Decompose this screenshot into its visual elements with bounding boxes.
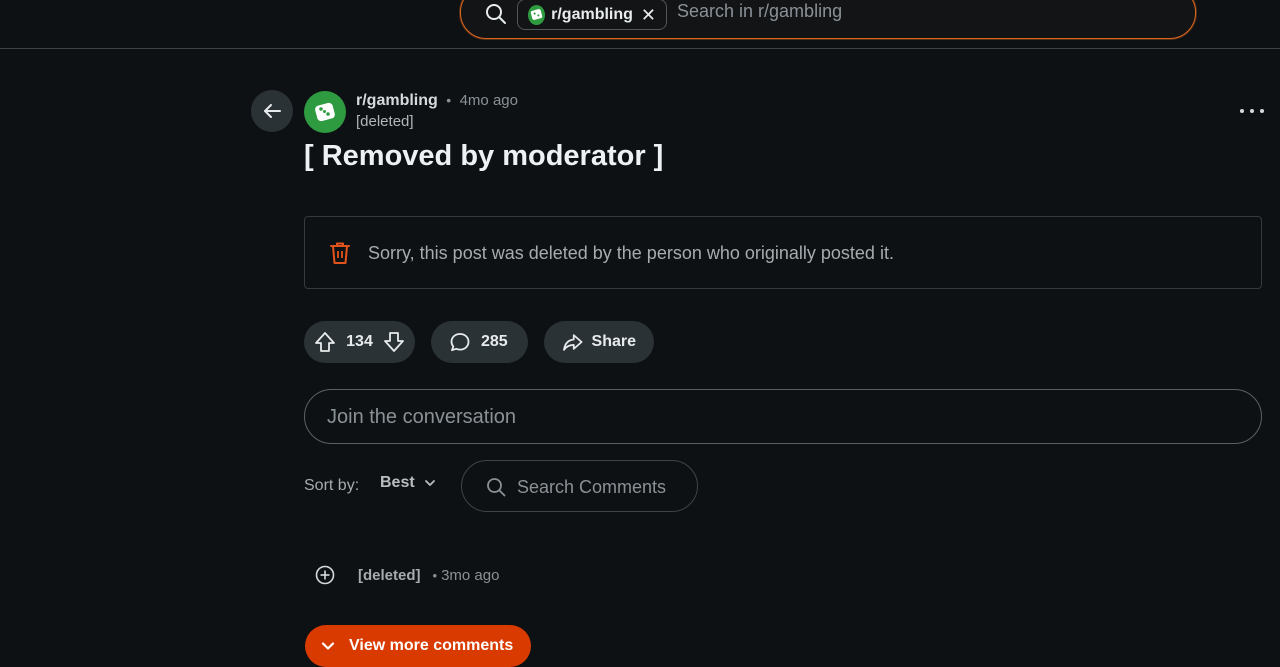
search-comments-input[interactable]: Search Comments [461, 460, 698, 512]
search-icon [487, 478, 506, 497]
dot-icon [1260, 109, 1264, 113]
notice-text: Sorry, this post was deleted by the pers… [368, 243, 894, 263]
sort-label: Sort by: [304, 477, 360, 494]
comment-item: [deleted] • 3mo ago [314, 563, 499, 587]
arrow-left-icon [264, 104, 281, 118]
post-actions: 134 285 Share [304, 321, 654, 363]
comment-icon [450, 333, 470, 352]
search-icon [486, 4, 506, 24]
share-label: Share [591, 333, 636, 350]
more-options-button[interactable] [1240, 100, 1264, 122]
close-icon[interactable]: ✕ [641, 6, 656, 24]
dot-icon [1240, 109, 1244, 113]
vote-count: 134 [346, 333, 373, 350]
post-author: [deleted] [356, 113, 414, 130]
subreddit-filter-chip[interactable]: r/gambling ✕ [517, 0, 667, 30]
comment-age: 3mo ago [441, 566, 500, 584]
trash-icon [330, 242, 350, 264]
top-bar: r/gambling ✕ Search in r/gambling [0, 0, 1280, 49]
dice-icon [315, 102, 335, 122]
sort-dropdown[interactable]: Best [380, 474, 437, 492]
comment-count: 285 [481, 333, 508, 350]
post-age: 4mo ago [459, 92, 518, 109]
subreddit-link[interactable]: r/gambling [356, 92, 438, 109]
vote-control: 134 [304, 321, 415, 363]
comments-button[interactable]: 285 [431, 321, 528, 363]
chip-label: r/gambling [551, 5, 633, 23]
sort-value: Best [380, 474, 415, 491]
comment-author[interactable]: [deleted] [358, 567, 421, 584]
expand-plus-icon[interactable] [314, 564, 336, 586]
post-meta: r/gambling • 4mo ago [356, 92, 518, 110]
share-icon [563, 334, 583, 351]
post-title: [ Removed by moderator ] [304, 140, 664, 172]
view-more-label: View more comments [349, 637, 514, 654]
search-bar[interactable]: r/gambling ✕ Search in r/gambling [460, 0, 1196, 39]
meta-separator: • [446, 92, 452, 108]
downvote-icon[interactable] [383, 331, 405, 353]
search-comments-placeholder: Search Comments [517, 477, 667, 497]
back-button[interactable] [251, 90, 293, 132]
comment-input-placeholder: Join the conversation [327, 406, 517, 428]
view-more-comments-button[interactable]: View more comments [305, 625, 531, 667]
comment-input[interactable]: Join the conversation [304, 389, 1262, 444]
upvote-icon[interactable] [314, 331, 336, 353]
dot-icon [1250, 109, 1254, 113]
comment-separator: • [432, 567, 438, 583]
search-input[interactable]: Search in r/gambling [677, 1, 842, 22]
chevron-down-icon [321, 642, 335, 650]
subreddit-avatar[interactable] [304, 91, 346, 133]
share-button[interactable]: Share [544, 321, 654, 363]
deleted-notice: Sorry, this post was deleted by the pers… [304, 216, 1262, 289]
chevron-down-icon [424, 480, 435, 486]
dice-icon [528, 4, 546, 25]
